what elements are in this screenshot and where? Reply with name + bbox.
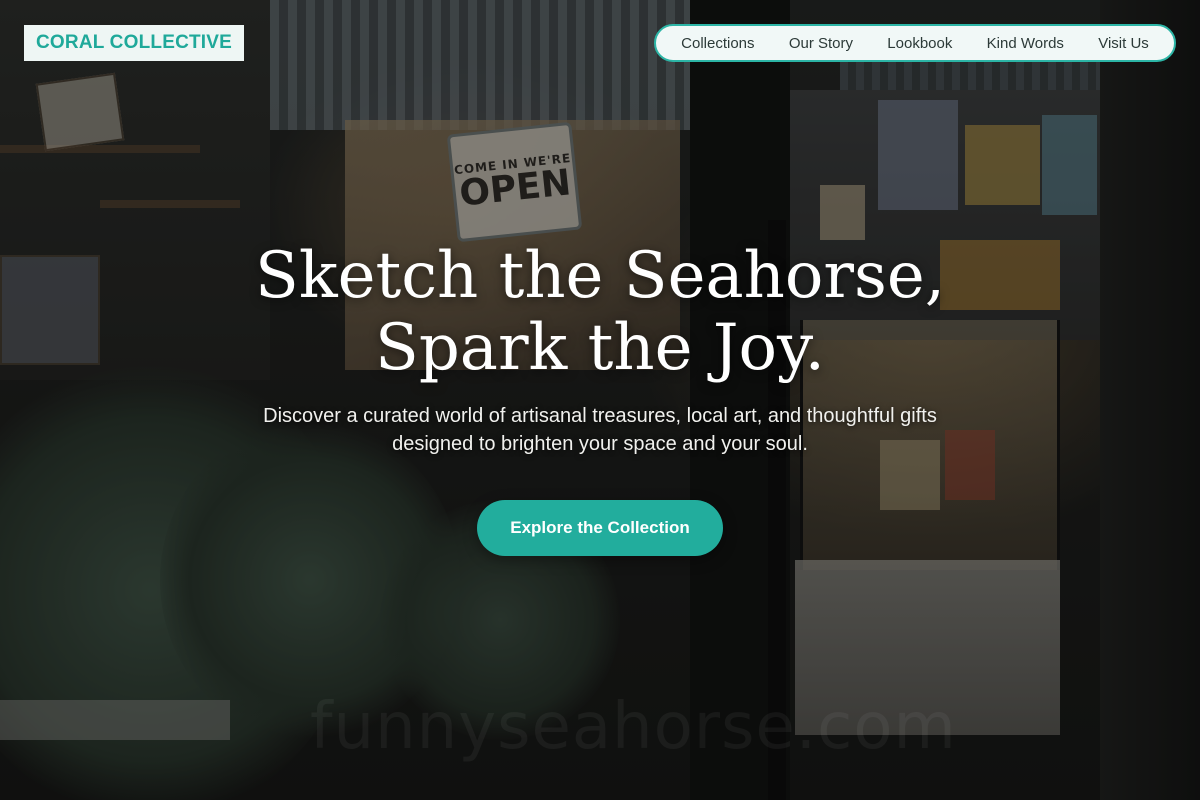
brand-logo[interactable]: CORAL COLLECTIVE <box>24 25 245 61</box>
hero-headline-line-1: Sketch the Seahorse, <box>254 239 946 313</box>
main-nav: Collections Our Story Lookbook Kind Word… <box>654 24 1176 62</box>
hero-subtitle: Discover a curated world of artisanal tr… <box>263 405 937 455</box>
explore-collection-button[interactable]: Explore the Collection <box>477 500 723 556</box>
nav-item-our-story[interactable]: Our Story <box>789 35 853 52</box>
nav-item-collections[interactable]: Collections <box>681 35 754 52</box>
watermark-text: funnyseahorse.com <box>310 690 957 764</box>
nav-item-kind-words[interactable]: Kind Words <box>987 35 1064 52</box>
nav-item-visit-us[interactable]: Visit Us <box>1098 35 1149 52</box>
hero-headline-line-2: Spark the Joy. <box>374 311 826 385</box>
nav-item-lookbook[interactable]: Lookbook <box>887 35 952 52</box>
hero-section: Sketch the Seahorse, Spark the Joy. Disc… <box>0 240 1200 458</box>
hero-headline: Sketch the Seahorse, Spark the Joy. <box>0 240 1200 384</box>
brand-name: CORAL COLLECTIVE <box>36 32 233 53</box>
